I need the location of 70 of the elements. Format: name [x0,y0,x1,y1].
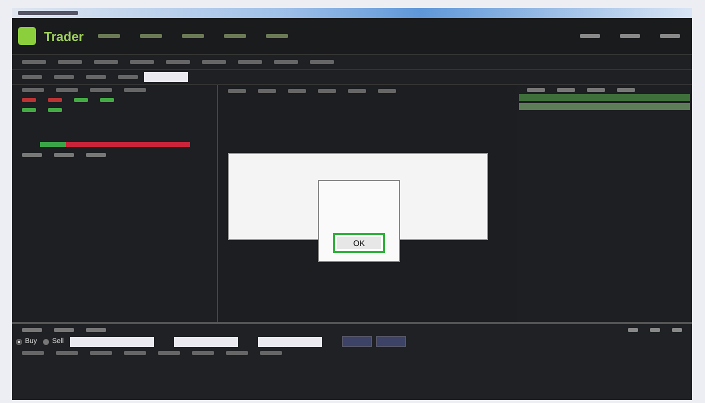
blurred-label [140,34,162,38]
blurred-label [22,88,44,92]
blurred-label [617,88,635,92]
blurred-label [86,153,106,157]
blurred-label [318,89,336,93]
blurred-label [266,34,288,38]
symbol-field[interactable] [144,72,188,82]
blurred-label [54,75,74,79]
logo-text: Trader [44,28,84,44]
blurred-label [620,34,640,38]
blurred-label [158,351,180,355]
blurred-label [527,88,545,92]
input-field[interactable] [174,336,238,346]
order-button[interactable] [376,336,406,347]
blurred-label [90,351,112,355]
blurred-label [56,88,78,92]
blurred-label [22,98,36,102]
blurred-label [258,89,276,93]
blurred-label [238,60,262,64]
blurred-label [348,89,366,93]
blurred-label [226,351,248,355]
blurred-label [100,98,114,102]
blurred-label [86,328,106,332]
blurred-label [22,351,44,355]
blurred-label [48,98,62,102]
blurred-label [378,89,396,93]
blurred-label [274,60,298,64]
blurred-label [557,88,575,92]
quote-row[interactable] [519,94,690,101]
blurred-label [22,328,42,332]
blurred-label [660,34,680,38]
blurred-label [74,98,88,102]
blurred-label [672,328,682,332]
blurred-label [98,34,120,38]
blurred-label [124,88,146,92]
blurred-label [22,60,46,64]
blurred-label [118,75,138,79]
order-button[interactable] [342,336,372,347]
blurred-label [54,328,74,332]
blurred-label [182,34,204,38]
blurred-label [58,60,82,64]
blurred-label [628,328,638,332]
blurred-label [18,11,78,15]
blurred-label [56,351,78,355]
blurred-label [587,88,605,92]
input-field[interactable] [258,336,322,346]
blurred-label [228,89,246,93]
blurred-label [124,351,146,355]
blurred-label [54,153,74,157]
blurred-label [580,34,600,38]
logo-icon [18,27,36,45]
input-field[interactable] [70,336,154,346]
blurred-label [650,328,660,332]
blurred-label [130,60,154,64]
quote-row[interactable] [519,103,690,110]
blurred-label [288,89,306,93]
blurred-label [166,60,190,64]
blurred-label [94,60,118,64]
blurred-label [202,60,226,64]
blurred-label [192,351,214,355]
blurred-label [224,34,246,38]
blurred-label [310,60,334,64]
blurred-label [48,108,62,112]
blurred-label [260,351,282,355]
blurred-label [22,153,42,157]
blurred-label [90,88,112,92]
blurred-label [22,75,42,79]
ok-button[interactable]: OK [333,233,385,253]
blurred-label [86,75,106,79]
blurred-label [22,108,36,112]
